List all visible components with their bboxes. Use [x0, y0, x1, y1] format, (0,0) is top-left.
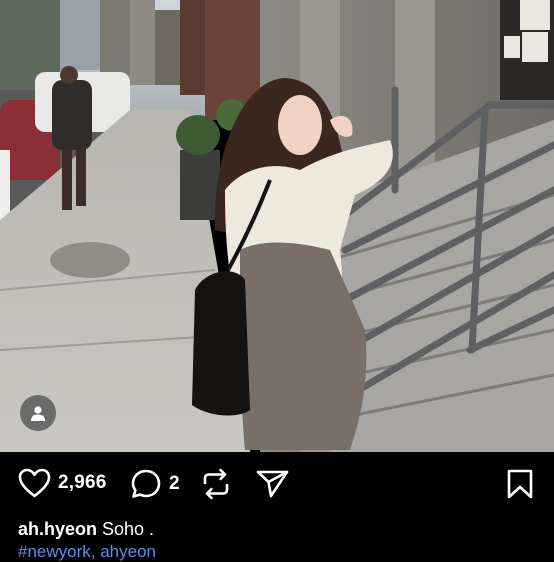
send-icon: [256, 470, 289, 498]
action-bar: 2,966 2: [0, 452, 554, 516]
caption-hashtags[interactable]: #newyork, ahyeon: [18, 542, 156, 562]
post-image: [0, 0, 554, 452]
person-icon: [31, 406, 45, 421]
caption-username[interactable]: ah.hyeon: [18, 519, 97, 539]
post-caption: ah.hyeon Soho .: [18, 519, 154, 540]
caption-text: Soho .: [97, 519, 155, 539]
tag-people-button[interactable]: [20, 395, 56, 431]
heart-icon: [18, 468, 51, 498]
bookmark-icon: [507, 469, 533, 499]
like-button[interactable]: 2,966: [18, 468, 107, 498]
comment-bubble-icon: [131, 469, 161, 498]
comment-count: 2: [169, 473, 180, 494]
post-photo[interactable]: [0, 0, 554, 452]
repost-icon: [203, 468, 229, 500]
share-button[interactable]: [256, 468, 289, 500]
repost-button[interactable]: [201, 468, 231, 500]
like-count: 2,966: [58, 472, 107, 493]
comment-button[interactable]: 2: [130, 468, 180, 500]
save-button[interactable]: [506, 468, 534, 500]
